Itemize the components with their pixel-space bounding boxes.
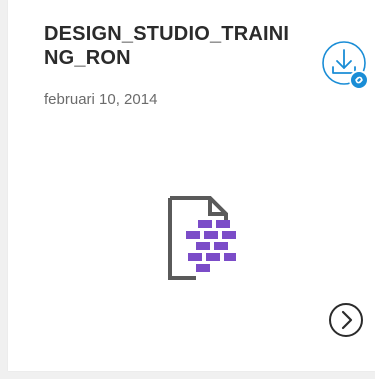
document-date: februari 10, 2014 — [44, 91, 158, 108]
open-details-button[interactable] — [326, 300, 366, 340]
sharepoint-document-icon — [156, 190, 256, 290]
chevron-right-circle-icon — [329, 303, 363, 337]
download-button[interactable] — [321, 40, 373, 92]
document-card[interactable]: DESIGN_STUDIO_TRAINING_RON februari 10, … — [8, 0, 375, 371]
download-link-icon — [322, 41, 369, 90]
document-title: DESIGN_STUDIO_TRAINING_RON — [44, 23, 290, 69]
